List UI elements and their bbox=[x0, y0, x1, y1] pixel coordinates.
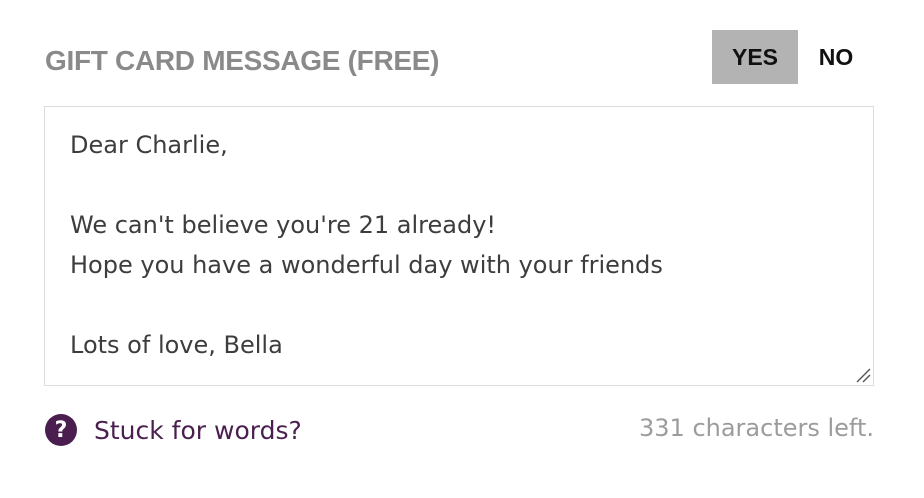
gift-message-box: Dear Charlie, We can't believe you're 21… bbox=[44, 106, 874, 386]
gift-card-message-title: GIFT CARD MESSAGE (FREE) bbox=[45, 45, 440, 76]
question-circle-icon: ? bbox=[45, 414, 77, 446]
yes-button[interactable]: YES bbox=[712, 30, 798, 84]
characters-left-counter: 331 characters left. bbox=[639, 414, 874, 442]
gift-message-toggle: YES NO bbox=[712, 30, 874, 84]
gift-message-textarea[interactable]: Dear Charlie, We can't believe you're 21… bbox=[45, 107, 873, 385]
resize-handle-icon[interactable] bbox=[854, 366, 872, 384]
no-button[interactable]: NO bbox=[798, 30, 874, 84]
stuck-for-words-link[interactable]: ? Stuck for words? bbox=[45, 410, 302, 450]
stuck-for-words-label: Stuck for words? bbox=[94, 415, 302, 445]
